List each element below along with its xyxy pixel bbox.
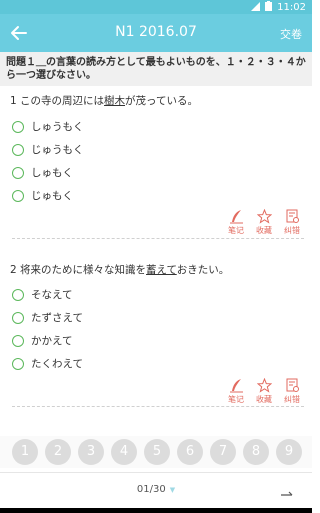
page-indicator[interactable]: 01/30 ▼: [0, 484, 312, 495]
caret-down-icon: ▼: [169, 486, 176, 494]
radio-circle-icon[interactable]: [12, 311, 24, 324]
favorite-button[interactable]: 收藏: [254, 378, 274, 405]
q2-option-1[interactable]: そなえて: [12, 287, 72, 302]
question-number-7[interactable]: 7: [210, 439, 236, 465]
q1-option-1[interactable]: しゅうもく: [12, 119, 84, 134]
q2-actions: 笔记 收藏 纠错: [226, 378, 302, 405]
page-title: N1 2016.07: [115, 24, 197, 40]
divider: [12, 406, 304, 407]
feather-pen-icon: [229, 210, 243, 224]
star-icon: [256, 378, 272, 393]
note-button[interactable]: 笔记: [226, 209, 246, 236]
question-number-3[interactable]: 3: [78, 439, 104, 465]
edit-document-icon: [286, 209, 299, 223]
edit-document-icon: [286, 378, 299, 392]
report-error-button[interactable]: 纠错: [282, 209, 302, 236]
report-error-button[interactable]: 纠错: [282, 378, 302, 405]
radio-circle-icon[interactable]: [12, 143, 24, 156]
question-number-6[interactable]: 6: [177, 439, 203, 465]
bottom-bar: 01/30 ▼: [0, 472, 312, 509]
radio-circle-icon[interactable]: [12, 334, 24, 347]
q1-option-2[interactable]: じゅうもく: [12, 142, 84, 157]
system-nav-bar: [0, 508, 312, 513]
star-icon: [256, 209, 272, 224]
q1-option-4[interactable]: じゅもく: [12, 188, 73, 203]
question-number-4[interactable]: 4: [111, 439, 137, 465]
question-2-target-word: 蓄えて: [146, 264, 177, 276]
battery-icon: [265, 1, 273, 14]
status-bar: 11:02: [0, 0, 312, 14]
radio-circle-icon[interactable]: [12, 357, 24, 370]
next-arrow-icon[interactable]: [280, 484, 294, 496]
radio-circle-icon[interactable]: [12, 288, 24, 301]
signal-icon: [251, 1, 261, 14]
favorite-button[interactable]: 收藏: [254, 209, 274, 236]
feather-pen-icon: [229, 379, 243, 393]
question-number-5[interactable]: 5: [144, 439, 170, 465]
q2-option-2[interactable]: たずさえて: [12, 310, 83, 325]
divider: [12, 238, 304, 239]
status-time: 11:02: [277, 2, 306, 13]
question-2-text: 2 将来のために様々な知識を蓄えておきたい。: [10, 264, 230, 276]
radio-circle-icon[interactable]: [12, 189, 24, 202]
q2-option-4[interactable]: たくわえて: [12, 356, 83, 371]
question-1-text: 1 この寺の周辺には樹木が茂っている。: [10, 95, 199, 107]
app-bar: N1 2016.07 交卷: [0, 14, 312, 52]
q1-actions: 笔记 收藏 纠错: [226, 209, 302, 236]
question-1-target-word: 樹木: [104, 95, 126, 107]
question-number-2[interactable]: 2: [45, 439, 71, 465]
question-number-9[interactable]: 9: [276, 439, 302, 465]
radio-circle-icon[interactable]: [12, 166, 24, 179]
submit-button[interactable]: 交卷: [280, 26, 302, 42]
q2-option-3[interactable]: かかえて: [12, 333, 72, 348]
q1-option-3[interactable]: しゅもく: [12, 165, 73, 180]
question-number-8[interactable]: 8: [243, 439, 269, 465]
question-number-strip: 1 2 3 4 5 6 7 8 9: [0, 436, 312, 468]
question-number-1[interactable]: 1: [12, 439, 38, 465]
question-instruction: 問題１＿の言葉の読み方として最もよいものを、１・２・３・４から一つ選びなさい。: [0, 52, 312, 86]
note-button[interactable]: 笔记: [226, 378, 246, 405]
radio-circle-icon[interactable]: [12, 120, 24, 133]
